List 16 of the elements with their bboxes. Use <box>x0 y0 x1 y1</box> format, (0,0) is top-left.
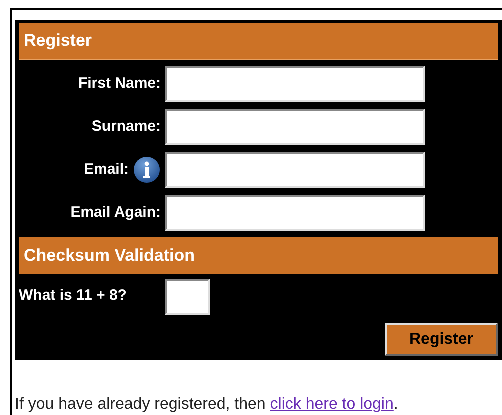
section-header: Register <box>19 23 498 60</box>
field-label: Email Again: <box>70 202 161 223</box>
login-link[interactable]: click here to login <box>270 396 394 413</box>
field-label: Email: <box>84 160 129 180</box>
input-field[interactable] <box>165 109 425 145</box>
input-field[interactable] <box>165 195 425 231</box>
input-field[interactable] <box>165 152 425 188</box>
info-icon[interactable] <box>133 156 161 184</box>
register-button[interactable]: Register <box>385 323 498 356</box>
field-label: First Name: <box>78 74 161 94</box>
field-label: Surname: <box>92 116 161 137</box>
question-label: What is 11 + 8? <box>19 286 128 306</box>
answer-field[interactable] <box>165 278 210 314</box>
section-header: Checksum Validation <box>19 237 498 274</box>
input-field[interactable] <box>165 66 425 102</box>
login-prompt: If you have already registered, then click here to login. <box>15 395 400 415</box>
